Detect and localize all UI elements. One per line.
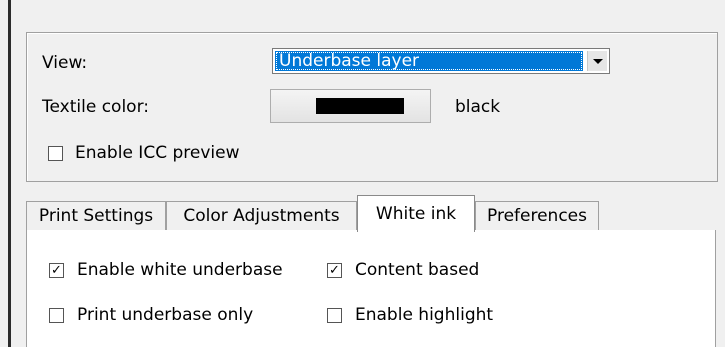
textile-color-name: black <box>455 97 501 117</box>
enable-highlight-label[interactable]: Enable highlight <box>355 304 493 326</box>
view-dropdown[interactable]: Underbase layer <box>272 48 610 74</box>
view-label: View: <box>42 53 88 73</box>
content-based-label[interactable]: Content based <box>355 259 479 281</box>
chevron-down-icon[interactable] <box>587 51 607 71</box>
tab-label: Print Settings <box>38 206 154 226</box>
textile-color-button[interactable] <box>270 89 431 123</box>
white-ink-panel <box>26 230 716 347</box>
print-underbase-only-checkbox[interactable] <box>49 308 64 323</box>
textile-color-swatch <box>316 98 404 114</box>
view-dropdown-value: Underbase layer <box>275 51 583 71</box>
icc-preview-checkbox[interactable] <box>48 146 63 161</box>
tab-color-adjustments[interactable]: Color Adjustments <box>166 201 357 230</box>
tab-print-settings[interactable]: Print Settings <box>26 201 166 230</box>
tab-preferences[interactable]: Preferences <box>475 201 599 230</box>
enable-highlight-checkbox[interactable] <box>327 308 342 323</box>
window-edge-divider <box>8 0 11 347</box>
tab-label: Preferences <box>487 206 587 226</box>
content-based-checkbox[interactable]: ✓ <box>327 263 342 278</box>
tab-label: Color Adjustments <box>183 206 340 226</box>
enable-white-underbase-label[interactable]: Enable white underbase <box>77 259 283 281</box>
tab-white-ink[interactable]: White ink <box>357 195 475 232</box>
icc-preview-label[interactable]: Enable ICC preview <box>75 142 239 164</box>
enable-white-underbase-checkbox[interactable]: ✓ <box>49 263 64 278</box>
print-underbase-only-label[interactable]: Print underbase only <box>77 304 253 326</box>
tab-label: White ink <box>375 204 457 224</box>
textile-color-label: Textile color: <box>42 97 149 117</box>
